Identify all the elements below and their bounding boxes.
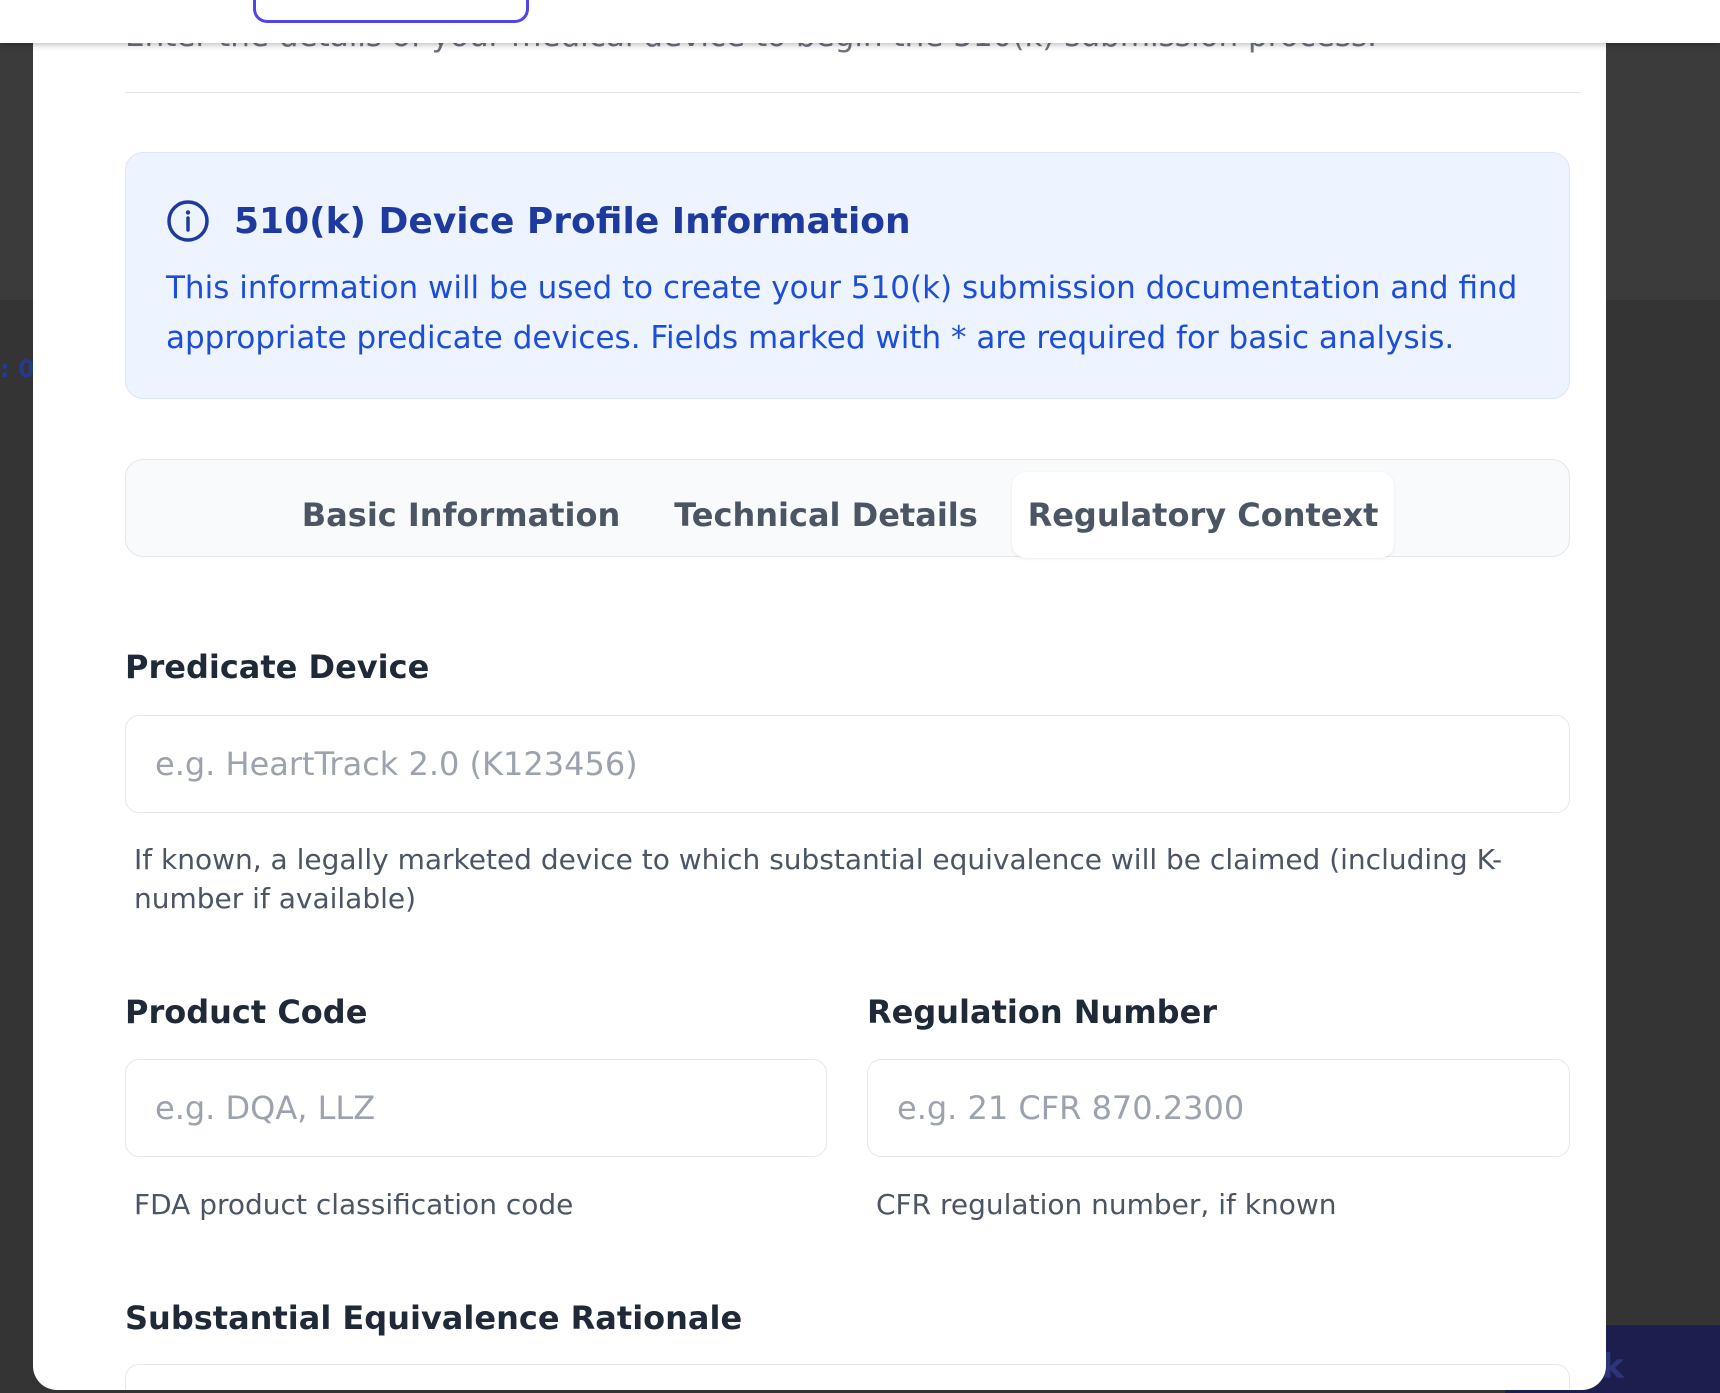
substantial-equivalence-textarea[interactable]: [125, 1364, 1570, 1390]
predicate-device-help: If known, a legally marketed device to w…: [134, 843, 1503, 915]
product-code-input[interactable]: [125, 1059, 827, 1157]
substantial-equivalence-label: Substantial Equivalence Rationale: [125, 1299, 743, 1337]
info-title: 510(k) Device Profile Information: [234, 201, 911, 242]
tab-regulatory-context[interactable]: Regulatory Context: [1012, 472, 1394, 558]
tab-technical-details[interactable]: Technical Details: [674, 472, 978, 558]
info-description: This information will be used to create …: [166, 270, 1518, 356]
form-tabs: Basic Information Technical Details Regu…: [125, 459, 1570, 558]
info-icon: [167, 200, 209, 242]
background-clipped-text: : 0: [0, 355, 35, 383]
header-divider: [125, 92, 1580, 93]
predicate-device-label: Predicate Device: [125, 648, 430, 686]
active-step-indicator[interactable]: [253, 0, 529, 23]
regulation-number-help: CFR regulation number, if known: [876, 1188, 1337, 1221]
product-code-label: Product Code: [125, 993, 368, 1031]
predicate-device-input[interactable]: [125, 715, 1570, 813]
top-navigation-bar: [0, 0, 1720, 43]
product-code-help: FDA product classification code: [134, 1188, 574, 1221]
regulation-number-input[interactable]: [867, 1059, 1570, 1157]
regulation-number-label: Regulation Number: [867, 993, 1218, 1031]
device-profile-modal: Enter the details of your medical device…: [33, 0, 1606, 1390]
tab-basic-information[interactable]: Basic Information: [302, 472, 620, 558]
info-callout: 510(k) Device Profile Information This i…: [125, 152, 1570, 399]
